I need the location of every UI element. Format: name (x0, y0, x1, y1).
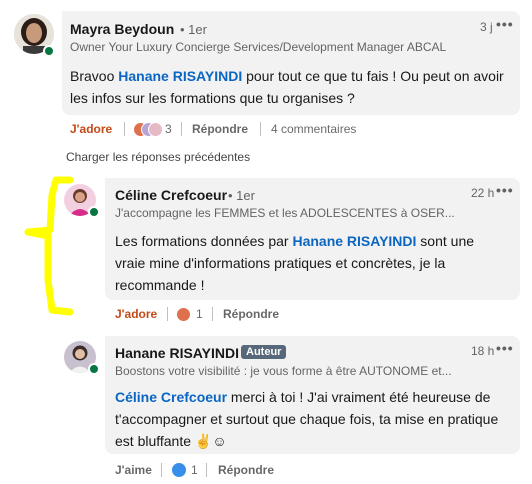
comment-text: Bravoo Hanane RISAYINDI pour tout ce que… (70, 65, 515, 109)
reply-author-name[interactable]: Hanane RISAYINDI (115, 345, 239, 361)
author-headline[interactable]: Boostons votre visibilité : je vous form… (115, 364, 460, 378)
mention-link[interactable]: Hanane RISAYINDI (292, 233, 416, 249)
author-headline[interactable]: J'accompagne les FEMMES et les ADOLESCEN… (115, 206, 460, 220)
online-status-indicator (88, 363, 100, 375)
comments-count-link[interactable]: 4 commentaires (271, 122, 356, 136)
reply-text-before: Les formations données par (115, 233, 293, 249)
online-status-indicator (43, 45, 55, 57)
celebrate-reaction-icon (148, 122, 163, 137)
comment-timestamp: 3 j (480, 20, 493, 34)
author-headline[interactable]: Owner Your Luxury Concierge Services/Dev… (70, 40, 460, 54)
mention-link[interactable]: Céline Crefcoeur (115, 389, 227, 405)
mention-link[interactable]: Hanane RISAYINDI (118, 68, 242, 84)
reply-timestamp: 22 h (471, 186, 495, 200)
reply-timestamp: 18 h (471, 344, 495, 358)
reply-button[interactable]: Répondre (218, 463, 274, 477)
reaction-icons[interactable] (133, 121, 163, 137)
divider (167, 307, 168, 321)
author-badge: Auteur (241, 345, 287, 359)
reply-text: Les formations données par Hanane RISAYI… (115, 230, 495, 296)
reaction-count[interactable]: 1 (191, 463, 198, 477)
divider (206, 463, 207, 477)
divider (181, 122, 182, 136)
divider (260, 122, 261, 136)
reply-button[interactable]: Répondre (192, 122, 248, 136)
like-button[interactable]: J'aime (115, 463, 152, 477)
like-reaction-icon[interactable] (171, 462, 187, 478)
reaction-count[interactable]: 3 (165, 122, 172, 136)
like-button[interactable]: J'adore (115, 307, 157, 321)
divider (161, 463, 162, 477)
more-options-icon[interactable]: ••• (496, 16, 514, 32)
divider (124, 122, 125, 136)
online-status-indicator (88, 206, 100, 218)
love-reaction-icon[interactable] (176, 307, 191, 322)
connection-degree: • 1er (180, 22, 207, 37)
like-button[interactable]: J'adore (70, 122, 112, 136)
reaction-count[interactable]: 1 (196, 307, 203, 321)
comment-author-name[interactable]: Mayra Beydoun (70, 21, 174, 37)
connection-degree: • 1er (228, 188, 255, 203)
load-previous-replies-button[interactable]: Charger les réponses précédentes (66, 150, 250, 164)
reply-text: Céline Crefcoeur merci à toi ! J'ai vrai… (115, 386, 500, 452)
comment-text-before: Bravoo (70, 68, 119, 84)
more-options-icon[interactable]: ••• (496, 340, 514, 356)
reply-button[interactable]: Répondre (223, 307, 279, 321)
more-options-icon[interactable]: ••• (496, 182, 514, 198)
divider (212, 307, 213, 321)
reply-author-name[interactable]: Céline Crefcoeur (115, 187, 227, 203)
